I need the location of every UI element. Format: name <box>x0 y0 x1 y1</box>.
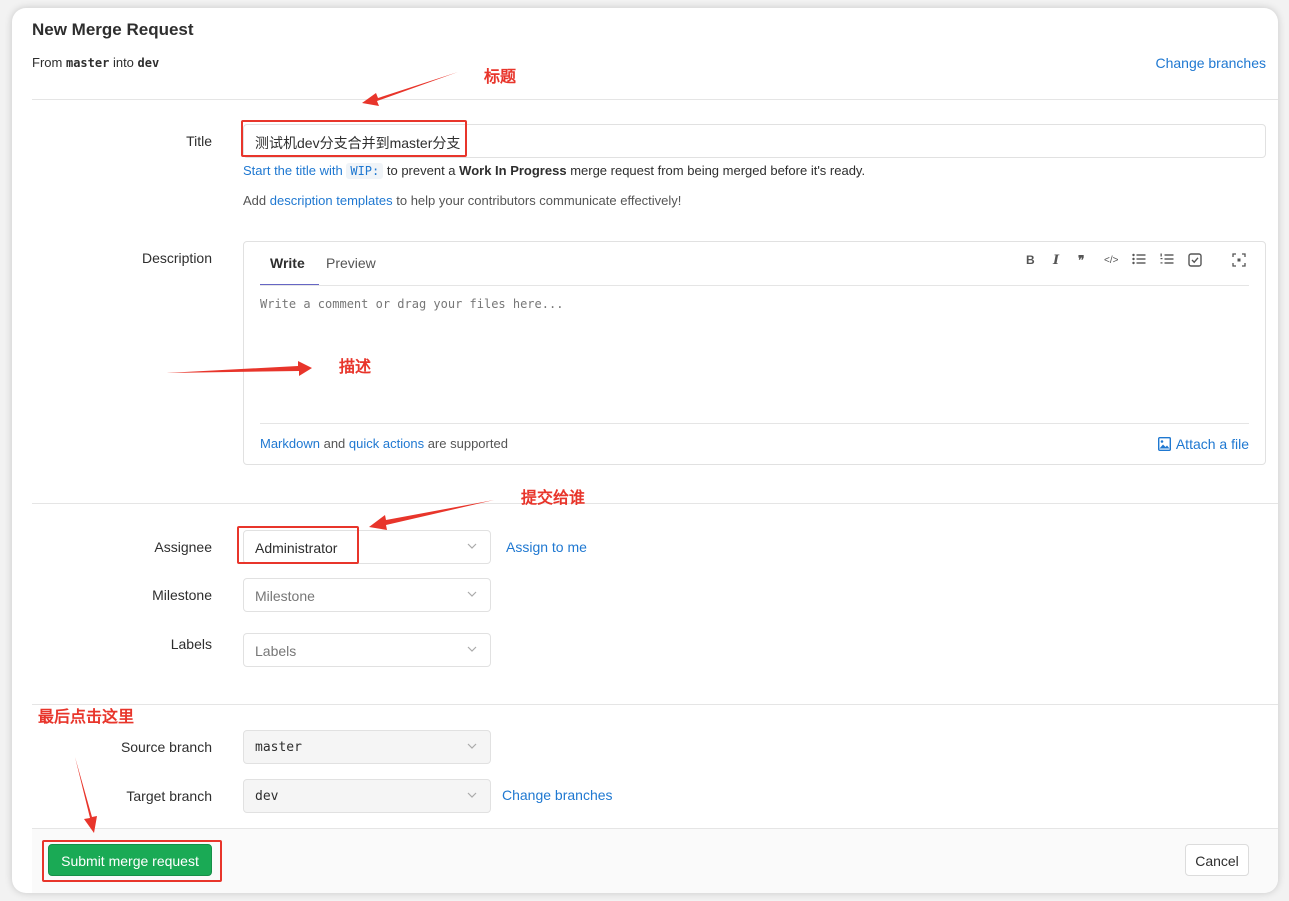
editor-footer-text: Markdown and quick actions are supported <box>260 436 508 451</box>
source-branch-name: master <box>65 56 110 70</box>
tab-preview[interactable]: Preview <box>326 255 376 271</box>
source-branch-label: Source branch <box>120 739 212 755</box>
italic-icon[interactable]: I <box>1053 253 1059 268</box>
chevron-down-icon <box>467 792 477 798</box>
labels-select[interactable]: Labels <box>243 633 491 667</box>
chevron-down-icon <box>467 543 477 549</box>
attach-file-label: Attach a file <box>1175 436 1249 452</box>
chevron-down-icon <box>467 646 477 652</box>
target-branch-name: dev <box>137 56 160 70</box>
into-word: into <box>112 55 134 70</box>
supported-text: are supported <box>427 436 508 451</box>
submit-highlight-box <box>42 840 222 882</box>
wip-code: WIP: <box>346 163 384 179</box>
bold-icon[interactable]: B <box>1026 253 1035 267</box>
assignee-highlight-box <box>237 526 359 564</box>
branch-summary: From master into dev <box>32 55 159 70</box>
from-prefix: From <box>32 55 63 70</box>
target-branch-select: dev <box>243 779 491 813</box>
template-hint: Add description templates to help your c… <box>243 193 681 208</box>
task-list-icon[interactable] <box>1188 253 1202 270</box>
description-templates-link[interactable]: description templates <box>270 193 393 208</box>
template-hint-post: to help your contributors communicate ef… <box>396 193 682 208</box>
template-hint-pre: Add <box>243 193 267 208</box>
divider <box>32 503 1278 504</box>
tab-write[interactable]: Write <box>260 255 319 286</box>
code-icon[interactable]: </> <box>1104 255 1118 266</box>
editor-tab-divider <box>260 285 1249 286</box>
assign-to-me-link[interactable]: Assign to me <box>506 539 587 555</box>
annotation-description: 描述 <box>339 359 372 376</box>
numbered-list-icon[interactable] <box>1160 253 1174 268</box>
annotation-assignee: 提交给谁 <box>521 490 586 507</box>
chevron-down-icon <box>467 591 477 597</box>
and-word: and <box>323 436 346 451</box>
annotation-title: 标题 <box>484 69 517 86</box>
title-label: Title <box>186 133 212 149</box>
chevron-down-icon <box>467 743 477 749</box>
page-title: New Merge Request <box>32 20 194 39</box>
divider <box>32 99 1278 100</box>
wip-hint-post: merge request from being merged before i… <box>570 163 866 178</box>
source-branch-select: master <box>243 730 491 764</box>
fullscreen-icon[interactable] <box>1232 253 1246 270</box>
labels-label: Labels <box>170 636 212 652</box>
description-label: Description <box>141 250 212 266</box>
title-highlight-box <box>241 120 467 157</box>
labels-value: Labels <box>255 643 297 659</box>
milestone-label: Milestone <box>152 587 212 603</box>
wip-hint-mid: to prevent a <box>386 163 456 178</box>
divider <box>32 704 1278 705</box>
tab-write-label: Write <box>270 255 305 271</box>
wip-hint-link[interactable]: Start the title with <box>243 163 343 178</box>
wip-hint: Start the title with WIP: to prevent a W… <box>243 163 866 179</box>
source-branch-value: master <box>255 740 302 755</box>
merge-request-card: New Merge Request From master into dev C… <box>12 8 1278 893</box>
bullet-list-icon[interactable] <box>1132 253 1146 268</box>
image-icon <box>1157 437 1171 451</box>
target-branch-label: Target branch <box>126 788 212 804</box>
editor-footer-divider <box>260 423 1249 424</box>
target-branch-value: dev <box>255 789 279 804</box>
milestone-select[interactable]: Milestone <box>243 578 491 612</box>
milestone-value: Milestone <box>255 588 315 604</box>
change-branches-link[interactable]: Change branches <box>502 787 613 803</box>
quote-icon[interactable]: ❞ <box>1078 253 1084 267</box>
description-textarea[interactable]: Write a comment or drag your files here.… <box>260 297 563 311</box>
assignee-label: Assignee <box>154 539 212 555</box>
cancel-button[interactable]: Cancel <box>1185 844 1249 876</box>
quick-actions-link[interactable]: quick actions <box>349 436 424 451</box>
change-branches-link-top[interactable]: Change branches <box>1155 55 1266 71</box>
attach-file-button[interactable]: Attach a file <box>1157 436 1249 452</box>
markdown-link[interactable]: Markdown <box>260 436 320 451</box>
description-editor: Write Preview B I ❞ </> Write a comment … <box>243 241 1266 465</box>
wip-hint-bold: Work In Progress <box>459 163 567 178</box>
annotation-submit: 最后点击这里 <box>38 709 135 726</box>
